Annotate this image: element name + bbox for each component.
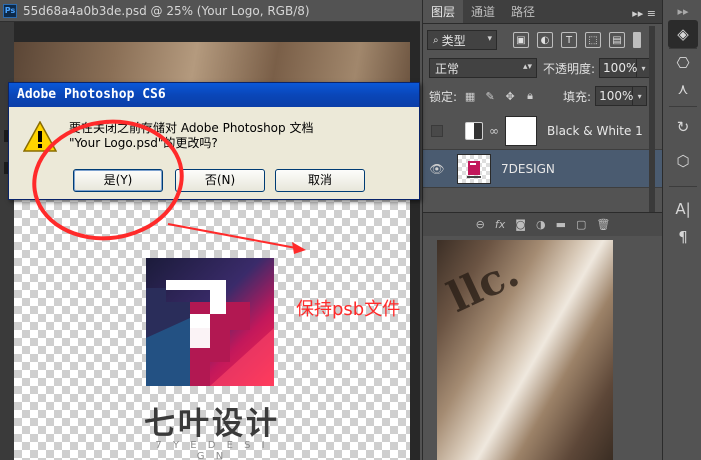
- filter-kind-dropdown[interactable]: ⌕ 类型 ▾: [427, 30, 497, 50]
- lock-position-icon[interactable]: ✥: [503, 89, 517, 103]
- divider: [669, 106, 697, 107]
- warning-icon: [23, 121, 57, 152]
- channels-icon[interactable]: ⎔: [672, 52, 694, 74]
- fill-dropdown-icon[interactable]: ▾: [633, 86, 648, 106]
- blend-mode-dropdown[interactable]: 正常 ▴▾: [429, 58, 537, 78]
- lock-row: 锁定: ▦ ✎ ✥ 🔒︎ 填充: 100% ▾: [423, 82, 663, 110]
- search-icon: ⌕: [433, 34, 439, 46]
- adjustment-filter-icon[interactable]: ◐: [537, 32, 553, 48]
- trash-icon[interactable]: 🗑︎: [596, 218, 610, 231]
- panel-tabs: 图层 通道 路径 ▸▸ ≡: [423, 0, 662, 24]
- type-filter-icon[interactable]: T: [561, 32, 577, 48]
- dialog-message: 要在关闭之前存储对 Adobe Photoshop 文档 "Your Logo.…: [69, 121, 313, 151]
- lock-paint-icon[interactable]: ✎: [483, 89, 497, 103]
- divider: [669, 48, 697, 49]
- fill-input[interactable]: 100%: [595, 86, 633, 106]
- chevron-down-icon: ▾: [487, 34, 492, 44]
- layers-panel: 图层 通道 路径 ▸▸ ≡ ⌕ 类型 ▾ ▣ ◐ T ⬚ ▤ 正常 ▴▾ 不透明…: [422, 0, 663, 460]
- fx-icon[interactable]: fx: [495, 218, 505, 231]
- yes-button[interactable]: 是(Y): [73, 169, 163, 192]
- lock-transparency-icon[interactable]: ▦: [463, 89, 477, 103]
- tab-paths[interactable]: 路径: [503, 0, 543, 23]
- visibility-toggle[interactable]: [431, 124, 443, 137]
- properties-icon[interactable]: ⬡: [672, 150, 694, 172]
- black-white-adjustment-icon: [465, 121, 483, 140]
- link-layers-icon[interactable]: ⊖: [476, 218, 485, 231]
- opacity-label: 不透明度:: [543, 61, 596, 76]
- layer-row[interactable]: ∞ Black & White 1: [423, 112, 663, 150]
- brand-name-chinese: 七叶设计: [144, 406, 280, 442]
- blend-row: 正常 ▴▾ 不透明度: 100% ▾: [423, 54, 663, 82]
- history-icon[interactable]: ↻: [672, 116, 694, 138]
- chevron-down-icon: ▴▾: [522, 62, 532, 72]
- add-mask-icon[interactable]: ◙: [515, 218, 526, 231]
- lock-all-icon[interactable]: 🔒︎: [523, 89, 537, 103]
- photoshop-window: Ps 55d68a4a0b3de.psd @ 25% (Your Logo, R…: [0, 0, 701, 460]
- filter-toggle-icon[interactable]: [633, 32, 641, 48]
- collapse-icon[interactable]: ▸▸: [672, 0, 694, 22]
- annotation-label: 保持psb文件: [296, 299, 401, 320]
- panel-dock: ▸▸ ◈ ⎔ ⋏ ↻ ⬡ A| ¶: [662, 0, 701, 460]
- layer-mask-thumbnail[interactable]: [505, 115, 537, 146]
- paragraph-icon[interactable]: ¶: [672, 226, 694, 248]
- cancel-button[interactable]: 取消: [275, 169, 365, 192]
- layers-stack-icon[interactable]: ◈: [672, 23, 694, 45]
- adjustment-layer-icon[interactable]: ◑: [536, 218, 546, 231]
- layer-name[interactable]: 7DESIGN: [501, 162, 555, 176]
- no-button[interactable]: 否(N): [175, 169, 265, 192]
- document-title: 55d68a4a0b3de.psd @ 25% (Your Logo, RGB/…: [23, 3, 310, 18]
- paths-icon[interactable]: ⋏: [672, 78, 694, 100]
- layer-row-selected[interactable]: 👁︎ 7DESIGN: [423, 150, 663, 188]
- dialog-body: 要在关闭之前存储对 Adobe Photoshop 文档 "Your Logo.…: [9, 107, 419, 199]
- seven-leaf-logo: [146, 258, 274, 386]
- divider: [669, 186, 697, 187]
- opacity-input[interactable]: 100%: [599, 58, 637, 78]
- layer-thumbnail[interactable]: [457, 153, 491, 184]
- lock-label: 锁定:: [429, 89, 458, 104]
- smart-object-filter-icon[interactable]: ▤: [609, 32, 625, 48]
- tab-layers[interactable]: 图层: [423, 0, 464, 23]
- dialog-title[interactable]: Adobe Photoshop CS6: [9, 83, 419, 107]
- character-icon[interactable]: A|: [672, 198, 694, 220]
- new-group-icon[interactable]: ▬: [556, 218, 566, 231]
- brand-name-english: 7 Y E D E S I G N: [155, 440, 269, 460]
- dialog-message-line: 要在关闭之前存储对 Adobe Photoshop 文档: [69, 121, 314, 135]
- save-changes-dialog: Adobe Photoshop CS6 要在关闭之前存储对 Adobe Phot…: [8, 82, 420, 200]
- layer-name[interactable]: Black & White 1: [547, 124, 643, 138]
- logo-thumbnail-icon: [467, 160, 481, 178]
- layers-scrollbar[interactable]: [649, 26, 655, 216]
- photoshop-icon: Ps: [3, 3, 17, 18]
- tab-channels[interactable]: 通道: [463, 0, 503, 23]
- link-icon: ∞: [489, 123, 499, 138]
- document-tab[interactable]: Ps 55d68a4a0b3de.psd @ 25% (Your Logo, R…: [0, 0, 420, 22]
- eye-icon[interactable]: 👁︎: [423, 162, 451, 176]
- fill-label: 填充:: [563, 89, 592, 104]
- image-preview: llc.: [437, 240, 613, 460]
- pixel-filter-icon[interactable]: ▣: [513, 32, 529, 48]
- layer-toolbar: ⊖ fx ◙ ◑ ▬ ▢ 🗑︎: [423, 212, 663, 236]
- filter-row: ⌕ 类型 ▾ ▣ ◐ T ⬚ ▤: [423, 26, 663, 54]
- panel-menu-icon[interactable]: ▸▸ ≡: [626, 4, 662, 23]
- dialog-message-line: "Your Logo.psd"的更改吗?: [69, 136, 218, 150]
- new-layer-icon[interactable]: ▢: [576, 218, 586, 231]
- wood-engraving-image: llc.: [440, 247, 527, 322]
- shape-filter-icon[interactable]: ⬚: [585, 32, 601, 48]
